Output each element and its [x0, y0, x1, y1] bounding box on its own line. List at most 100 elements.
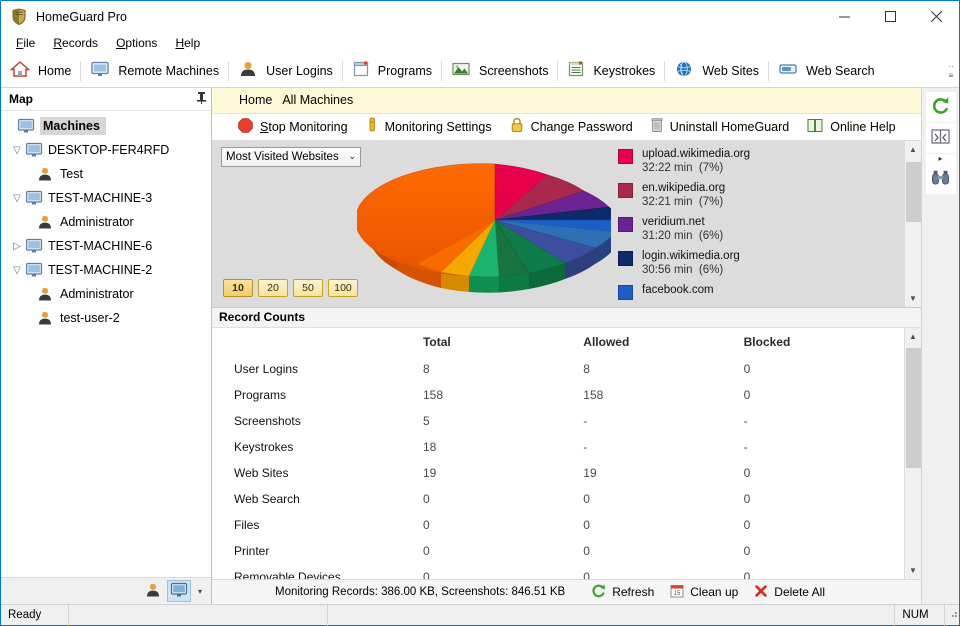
row-allowed: 8 [583, 362, 590, 377]
scroll-down-icon[interactable]: ▼ [905, 562, 922, 579]
stop-monitoring-button[interactable]: Stop Monitoring [229, 114, 357, 140]
tree-twisty-collapsed[interactable]: ▷ [9, 241, 25, 252]
tree-item-desktop-fer4rfd[interactable]: ▽ DESKTOP-FER4RFD [1, 138, 211, 162]
toolbar-item-web-sites[interactable]: Web Sites [665, 54, 768, 88]
toolbar-item-web-search[interactable]: Web Search [769, 54, 884, 88]
legend-item[interactable]: en.wikipedia.org 32:21 min (7%) [618, 181, 921, 210]
scroll-up-icon[interactable]: ▲ [905, 141, 922, 158]
legend-swatch [618, 250, 633, 266]
tree-item-test-machine-6[interactable]: ▷ TEST-MACHINE-6 [1, 234, 211, 258]
scroll-down-icon[interactable]: ▼ [905, 290, 922, 307]
records-scrollbar[interactable]: ▲ ▼ [904, 328, 921, 579]
monitoring-settings-button[interactable]: Monitoring Settings [357, 114, 501, 140]
chart-type-select[interactable]: Most Visited Websites ⌄ [221, 146, 361, 167]
user-view-button[interactable] [141, 580, 165, 602]
maximize-button[interactable] [867, 1, 913, 32]
toolbar-item-programs[interactable]: Programs [343, 54, 441, 88]
delete-all-button[interactable]: Delete All [746, 580, 833, 604]
row-blocked: 0 [743, 362, 751, 377]
menu-help[interactable]: Help [166, 34, 209, 52]
title-bar: HomeGuard Pro [1, 1, 959, 32]
toolbar-item-remote-machines[interactable]: Remote Machines [81, 54, 228, 88]
map-panel-footer: ▾ [1, 577, 211, 604]
tree-item-machines[interactable]: Machines [1, 114, 211, 138]
legend-item[interactable]: veridium.net 31:20 min (6%) [618, 215, 921, 244]
row-total: 8 [422, 362, 430, 377]
scroll-up-icon[interactable]: ▲ [905, 328, 922, 345]
records-scroll-thumb[interactable] [905, 348, 921, 469]
menu-file-rest: ile [23, 36, 36, 50]
legend-scroll-thumb[interactable] [905, 161, 921, 222]
window-controls [821, 1, 959, 32]
tree-item-test-machine-3[interactable]: ▽ TEST-MACHINE-3 [1, 186, 211, 210]
map-panel: Map Machines ▽ DESKTOP-FER4RFD Test ▽ TE… [1, 88, 212, 604]
table-row[interactable]: Removable Devices 0 0 0 [212, 564, 904, 579]
close-button[interactable] [913, 1, 959, 32]
menu-options[interactable]: Options [107, 34, 166, 52]
tree-twisty-expanded[interactable]: ▽ [9, 265, 25, 276]
records-footer: Monitoring Records: 386.00 KB, Screensho… [212, 579, 921, 604]
pie-limit-100[interactable]: 100 [328, 278, 358, 297]
pie-limit-20[interactable]: 20 [258, 278, 288, 297]
table-row[interactable]: Screenshots 5 - - [212, 408, 904, 434]
tree-item-test[interactable]: Test [1, 162, 211, 186]
table-row[interactable]: Web Sites 19 19 0 [212, 460, 904, 486]
refresh-label: Refresh [612, 585, 655, 599]
row-blocked: 0 [743, 544, 751, 559]
uninstall-homeguard-button[interactable]: Uninstall HomeGuard [642, 114, 799, 140]
table-row[interactable]: Keystrokes 18 - - [212, 434, 904, 460]
minimize-button[interactable] [821, 1, 867, 32]
refresh-button[interactable]: Refresh [583, 580, 662, 604]
rail-binoculars-button[interactable] [925, 164, 956, 194]
resize-grip[interactable] [945, 605, 959, 626]
legend-label: upload.wikimedia.org [642, 147, 751, 160]
table-row[interactable]: Web Search 0 0 0 [212, 486, 904, 512]
menu-file[interactable]: File [7, 34, 44, 52]
table-row[interactable]: Programs 158 158 0 [212, 382, 904, 408]
tree-item-test-user-2[interactable]: test-user-2 [1, 306, 211, 330]
row-allowed: 0 [583, 544, 590, 559]
legend-scroll-track[interactable] [905, 158, 922, 290]
rail-refresh-button[interactable] [925, 92, 956, 122]
breadcrumb-home[interactable]: Home [239, 93, 272, 107]
records-scroll-track[interactable] [905, 345, 922, 562]
online-help-button[interactable]: Online Help [798, 114, 904, 140]
menu-options-rest: ptions [125, 36, 158, 50]
row-total: 0 [422, 570, 430, 579]
legend-swatch [618, 148, 633, 164]
legend-scrollbar[interactable]: ▲ ▼ [904, 140, 922, 307]
row-total: 0 [422, 492, 430, 507]
toolbar-overflow-button[interactable]: ·· ≡ [945, 54, 957, 88]
toolbar-item-keystrokes[interactable]: Keystrokes [558, 54, 664, 88]
tree-item-administrator[interactable]: Administrator [1, 210, 211, 234]
change-password-button[interactable]: Change Password [501, 114, 642, 140]
toolbar-item-home[interactable]: Home [1, 54, 80, 88]
table-row[interactable]: User Logins 8 8 0 [212, 356, 904, 382]
pie-limit-50[interactable]: 50 [293, 278, 323, 297]
rail-split-view-button[interactable] [925, 123, 956, 153]
legend-item[interactable]: upload.wikimedia.org 32:22 min (7%) [618, 147, 921, 176]
window-title: HomeGuard Pro [36, 9, 128, 24]
legend-item[interactable]: login.wikimedia.org 30:56 min (6%) [618, 249, 921, 278]
toolbar-item-keystrokes-label: Keystrokes [593, 63, 656, 78]
monitor-icon [25, 262, 43, 278]
table-row[interactable]: Files 0 0 0 [212, 512, 904, 538]
toolbar-item-user-logins[interactable]: User Logins [229, 54, 342, 88]
rail-expand-caret-icon[interactable]: ▸ [925, 154, 956, 164]
legend-item[interactable]: facebook.com [618, 283, 921, 300]
toolbar-item-screenshots[interactable]: Screenshots [442, 54, 557, 88]
pin-icon[interactable] [196, 91, 207, 107]
view-dropdown-caret-icon[interactable]: ▾ [193, 587, 207, 596]
pie-limit-10[interactable]: 10 [223, 278, 253, 297]
clean-up-button[interactable]: 15 Clean up [662, 580, 746, 604]
legend-percent: (6%) [698, 230, 724, 243]
tree-item-administrator-2[interactable]: Administrator [1, 282, 211, 306]
tree-item-test-machine-2[interactable]: ▽ TEST-MACHINE-2 [1, 258, 211, 282]
stop-monitoring-label: Stop Monitoring [260, 119, 348, 134]
table-row[interactable]: Printer 0 0 0 [212, 538, 904, 564]
tree-twisty-expanded[interactable]: ▽ [9, 193, 25, 204]
tree-twisty-expanded[interactable]: ▽ [9, 145, 25, 156]
menu-records[interactable]: Records [44, 34, 107, 52]
machine-view-button[interactable] [167, 580, 191, 602]
machines-tree[interactable]: Machines ▽ DESKTOP-FER4RFD Test ▽ TEST-M… [1, 111, 211, 577]
